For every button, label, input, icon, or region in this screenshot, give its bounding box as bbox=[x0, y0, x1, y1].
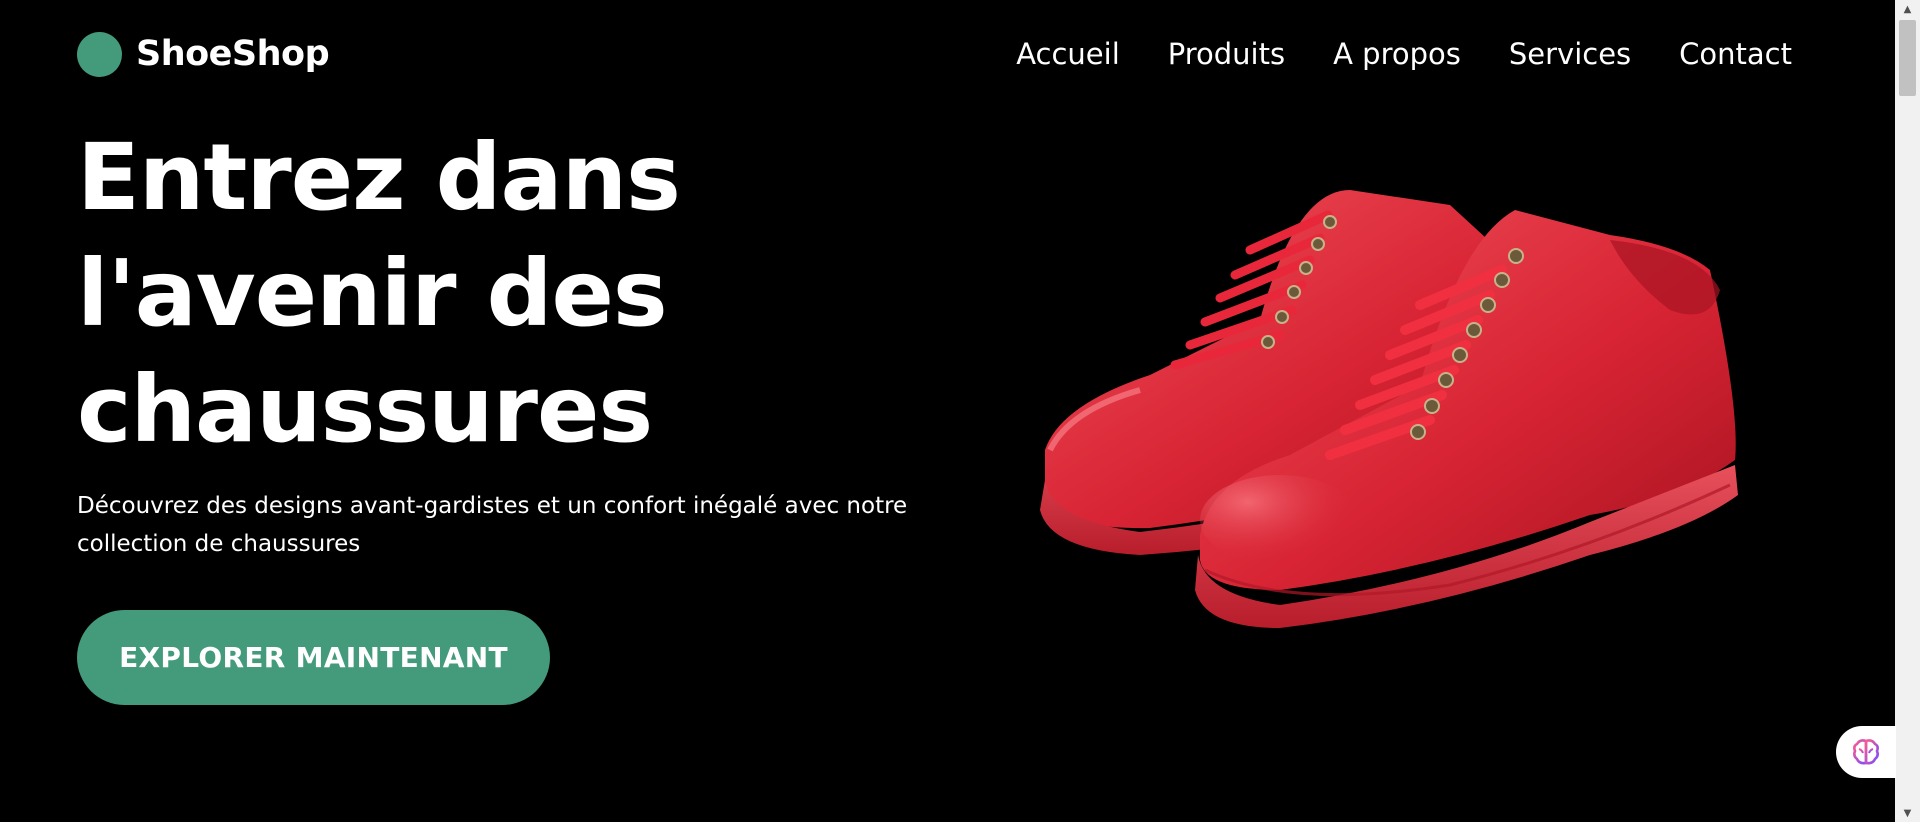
hero-subtitle-line: Découvrez des designs avant-gardistes et… bbox=[77, 493, 908, 519]
scroll-down-arrow-icon[interactable]: ▼ bbox=[1895, 804, 1920, 822]
brand-logo[interactable]: ShoeShop bbox=[77, 31, 330, 77]
hero-title-line: l'avenir des bbox=[77, 240, 668, 347]
nav-link-contact[interactable]: Contact bbox=[1679, 37, 1792, 71]
explore-now-button[interactable]: EXPLORER MAINTENANT bbox=[77, 610, 550, 705]
nav-link-produits[interactable]: Produits bbox=[1168, 37, 1285, 71]
logo-circle-icon bbox=[77, 31, 122, 77]
hero-shoe-image bbox=[1030, 150, 1750, 630]
nav-link-a-propos[interactable]: A propos bbox=[1333, 37, 1461, 71]
main-nav: Accueil Produits A propos Services Conta… bbox=[1016, 32, 1792, 76]
floating-assistant-button[interactable] bbox=[1836, 726, 1896, 778]
hero-title-line: Entrez dans bbox=[77, 124, 681, 231]
hero-title: Entrez dans l'avenir des chaussures bbox=[77, 120, 837, 468]
page: ShoeShop Accueil Produits A propos Servi… bbox=[0, 0, 1895, 822]
vertical-scrollbar[interactable]: ▲ ▼ bbox=[1895, 0, 1920, 822]
brain-icon bbox=[1853, 739, 1879, 765]
nav-link-accueil[interactable]: Accueil bbox=[1016, 37, 1120, 71]
brand-name: ShoeShop bbox=[136, 34, 330, 74]
hero-subtitle: Découvrez des designs avant-gardistes et… bbox=[77, 487, 977, 563]
scrollbar-thumb[interactable] bbox=[1899, 20, 1916, 96]
hero-title-line: chaussures bbox=[77, 356, 653, 463]
nav-link-services[interactable]: Services bbox=[1509, 37, 1631, 71]
scroll-up-arrow-icon[interactable]: ▲ bbox=[1895, 0, 1920, 18]
hero-subtitle-line: collection de chaussures bbox=[77, 531, 361, 557]
